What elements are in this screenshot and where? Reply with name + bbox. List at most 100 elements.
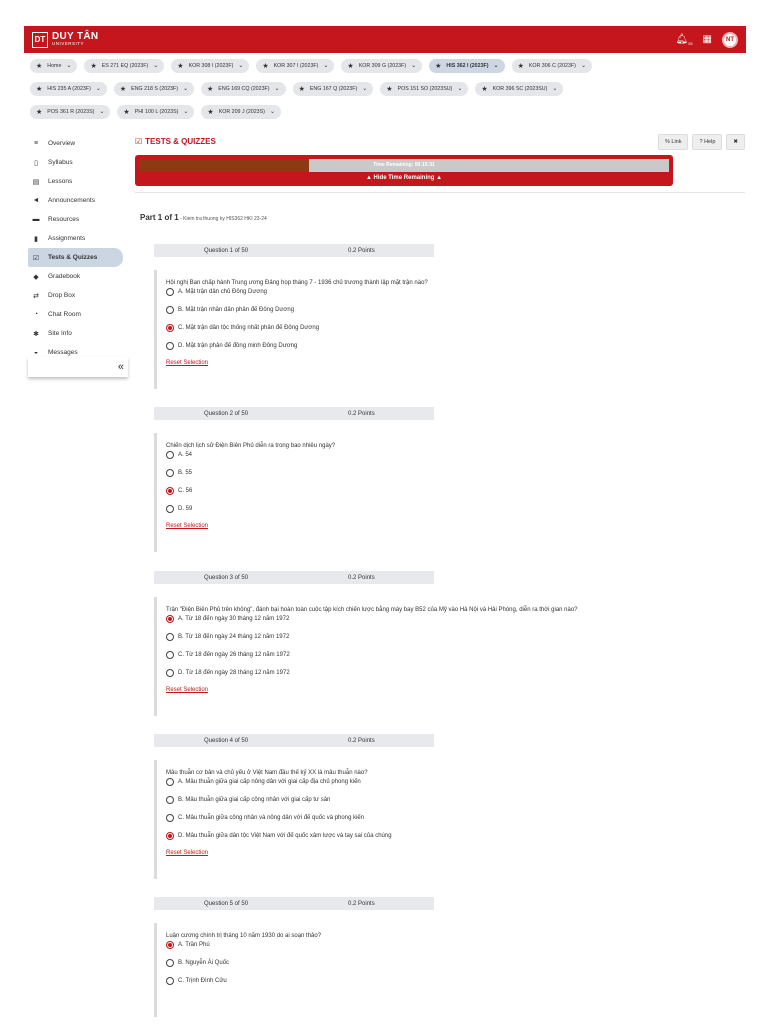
chevron-down-icon[interactable]: ⌄ — [183, 108, 188, 115]
apps-grid-icon[interactable]: ▦ — [703, 34, 712, 45]
answer-option[interactable]: B. Mặt trận nhân dân phản đế Đông Dương — [166, 305, 594, 314]
link-button[interactable]: % Link — [657, 134, 689, 150]
star-icon[interactable]: ★ — [90, 62, 96, 70]
help-button[interactable]: ? Help — [692, 134, 723, 150]
site-tab[interactable]: ★ KOR 307 I (2023F) ⌄ — [256, 58, 335, 73]
reset-selection-link[interactable]: Reset Selection — [166, 850, 208, 856]
radio-button[interactable] — [166, 614, 174, 623]
site-tab[interactable]: ★ HIS 362 I (2023F) ⌄ — [429, 58, 505, 73]
university-logo[interactable]: DT DUY TÂN UNIVERSITY — [32, 31, 98, 48]
site-tab[interactable]: ★ HIS 235 A (2023F) ⌄ — [30, 81, 107, 96]
sidebar-item-gradebook[interactable]: ◆ Gradebook — [28, 267, 123, 286]
star-icon[interactable]: ★ — [207, 108, 213, 116]
radio-button[interactable] — [166, 341, 174, 350]
chevron-down-icon[interactable]: ⌄ — [552, 85, 557, 92]
radio-button[interactable] — [166, 831, 174, 840]
site-tab[interactable]: ★ KOR 308 I (2023F) ⌄ — [171, 58, 250, 73]
chevron-down-icon[interactable]: ⌄ — [362, 85, 367, 92]
answer-option[interactable]: B. 55 — [166, 468, 594, 477]
notifications-bell-icon[interactable]: 🔔︎25 — [675, 34, 692, 46]
collapse-sidebar-button[interactable]: « — [28, 357, 128, 377]
radio-button[interactable] — [166, 650, 174, 659]
sidebar-item-chat-room[interactable]: ◔ Chat Room — [28, 305, 123, 324]
radio-button[interactable] — [166, 450, 174, 459]
answer-option[interactable]: D. Từ 18 đến ngày 28 tháng 12 năm 1972 — [166, 668, 594, 677]
answer-option[interactable]: D. Mâu thuẫn giữa dân tộc Việt Nam với đ… — [166, 831, 594, 840]
user-avatar[interactable]: NT — [722, 31, 738, 48]
radio-button[interactable] — [166, 976, 174, 985]
radio-button[interactable] — [166, 668, 174, 677]
chevron-down-icon[interactable]: ⌄ — [99, 108, 104, 115]
sidebar-item-overview[interactable]: ≡ Overview — [28, 134, 123, 153]
reset-selection-link[interactable]: Reset Selection — [166, 523, 208, 529]
sidebar-item-announcements[interactable]: ◄ Announcements — [28, 191, 123, 210]
reset-selection-link[interactable]: Reset Selection — [166, 687, 208, 693]
site-tab[interactable]: ★ Home ⌄ — [30, 58, 78, 73]
chevron-down-icon[interactable]: ⌄ — [323, 62, 328, 69]
radio-button[interactable] — [166, 323, 174, 332]
radio-button[interactable] — [166, 287, 174, 296]
radio-button[interactable] — [166, 940, 174, 949]
answer-option[interactable]: A. 54 — [166, 450, 594, 459]
reset-selection-link[interactable]: Reset Selection — [166, 360, 208, 366]
answer-option[interactable]: A. Mặt trận dân chủ Đông Dương — [166, 287, 594, 296]
sidebar-item-assignments[interactable]: ▮ Assignments — [28, 229, 123, 248]
star-icon[interactable]: ★ — [207, 85, 213, 93]
answer-option[interactable]: D. 59 — [166, 504, 594, 513]
sidebar-item-tests-quizzes[interactable]: ☑ Tests & Quizzes — [28, 248, 123, 267]
radio-button[interactable] — [166, 795, 174, 804]
sidebar-item-syllabus[interactable]: ▯ Syllabus — [28, 153, 123, 172]
chevron-down-icon[interactable]: ⌄ — [96, 85, 101, 92]
answer-option[interactable]: B. Từ 18 đến ngày 24 tháng 12 năm 1972 — [166, 632, 594, 641]
chevron-down-icon[interactable]: ⌄ — [494, 62, 499, 69]
star-icon[interactable]: ★ — [36, 85, 42, 93]
hide-time-remaining-toggle[interactable]: ▲ Hide Time Remaining ▲ — [139, 175, 669, 181]
star-icon[interactable]: ★ — [347, 62, 353, 70]
chevron-down-icon[interactable]: ⌄ — [270, 108, 275, 115]
site-tab[interactable]: ★ ES 271 EQ (2023F) ⌄ — [84, 58, 165, 73]
sidebar-item-drop-box[interactable]: ⇄ Drop Box — [28, 286, 123, 305]
sidebar-item-site-info[interactable]: ✱ Site Info — [28, 324, 123, 343]
star-icon[interactable]: ★ — [36, 108, 42, 116]
chevron-down-icon[interactable]: ⌄ — [275, 85, 280, 92]
site-tab[interactable]: ★ ENG 167 Q (2023F) ⌄ — [292, 81, 374, 96]
sidebar-item-lessons[interactable]: ▤ Lessons — [28, 172, 123, 191]
chevron-down-icon[interactable]: ⌄ — [66, 62, 71, 69]
site-tab[interactable]: ★ POS 151 SO (2023SU) ⌄ — [380, 81, 469, 96]
star-icon[interactable]: ★ — [123, 108, 129, 116]
site-tab[interactable]: ★ ENG 218 S (2023F) ⌄ — [113, 81, 195, 96]
star-icon[interactable]: ★ — [518, 62, 524, 70]
star-icon[interactable]: ★ — [262, 62, 268, 70]
answer-option[interactable]: B. Mâu thuẫn giữa giai cấp công nhân với… — [166, 795, 594, 804]
site-tab[interactable]: ★ POS 361 R (2023S) ⌄ — [30, 104, 111, 119]
answer-option[interactable]: A. Trần Phú — [166, 940, 594, 949]
star-icon[interactable]: ★ — [481, 85, 487, 93]
chevron-down-icon[interactable]: ⌄ — [581, 62, 586, 69]
site-tab[interactable]: ★ KOR 306 C (2023F) ⌄ — [511, 58, 592, 73]
answer-option[interactable]: B. Nguyễn Ái Quốc — [166, 958, 594, 967]
radio-button[interactable] — [166, 305, 174, 314]
answer-option[interactable]: A. Từ 18 đến ngày 30 tháng 12 năm 1972 — [166, 614, 594, 623]
star-icon[interactable]: ★ — [177, 62, 183, 70]
chevron-down-icon[interactable]: ⌄ — [457, 85, 462, 92]
site-tab[interactable]: ★ KOR 309 G (2023F) ⌄ — [341, 58, 423, 73]
sidebar-item-resources[interactable]: ▬ Resources — [28, 210, 123, 229]
radio-button[interactable] — [166, 777, 174, 786]
answer-option[interactable]: C. Mâu thuẫn giữa công nhân và nông dân … — [166, 813, 594, 822]
answer-option[interactable]: C. Từ 18 đến ngày 26 tháng 12 năm 1972 — [166, 650, 594, 659]
answer-option[interactable]: C. Trịnh Đình Cửu — [166, 976, 594, 985]
chevron-down-icon[interactable]: ⌄ — [153, 62, 158, 69]
site-tab[interactable]: ★ KOR 396 SC (2023SU) ⌄ — [475, 81, 564, 96]
site-tab[interactable]: ★ ENG 169 CQ (2023F) ⌄ — [201, 81, 286, 96]
site-tab[interactable]: ★ PHI 100 L (2023S) ⌄ — [117, 104, 195, 119]
radio-button[interactable] — [166, 504, 174, 513]
chevron-down-icon[interactable]: ⌄ — [238, 62, 243, 69]
star-icon[interactable]: ★ — [36, 62, 42, 70]
answer-option[interactable]: C. Mặt trận dân tộc thống nhất phản đế Đ… — [166, 323, 594, 332]
star-icon[interactable]: ★ — [299, 85, 305, 93]
close-button[interactable]: ✖ — [726, 134, 745, 150]
answer-option[interactable]: D. Mặt trận phản đế đồng minh Đông Dương — [166, 341, 594, 350]
star-icon[interactable]: ★ — [435, 62, 441, 70]
answer-option[interactable]: A. Mâu thuẫn giữa giai cấp nông dân với … — [166, 777, 594, 786]
answer-option[interactable]: C. 56 — [166, 486, 594, 495]
